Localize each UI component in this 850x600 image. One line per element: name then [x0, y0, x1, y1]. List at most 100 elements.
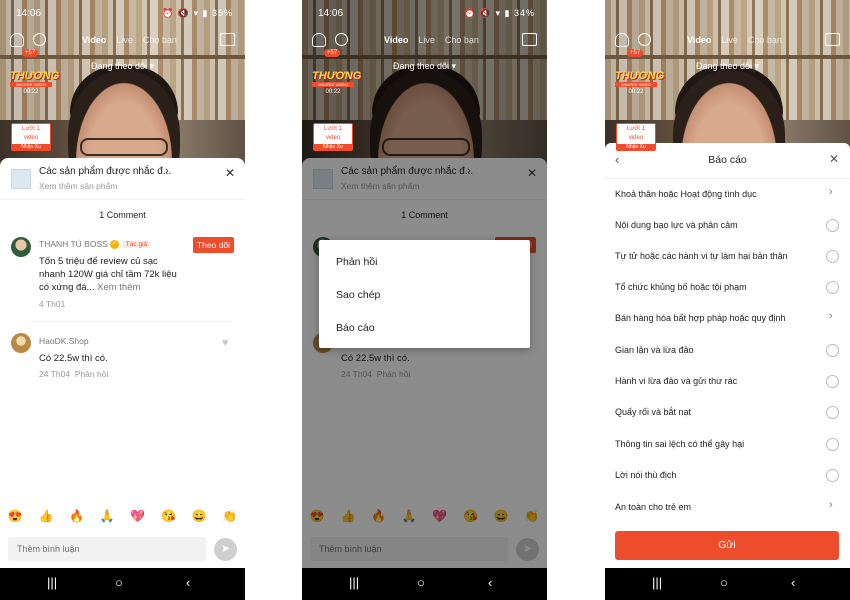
coin-badge: +57: [22, 49, 39, 57]
back-icon[interactable]: ‹: [488, 575, 492, 590]
comment-text: Tốn 5 triệu để review củ sạc nhanh 120W …: [39, 255, 177, 294]
emoji-button[interactable]: 👍: [38, 509, 53, 529]
close-icon[interactable]: ✕: [225, 166, 235, 180]
radio-button[interactable]: [826, 469, 839, 482]
tab-for-you[interactable]: Cho bạn: [445, 35, 479, 45]
radio-button[interactable]: [826, 281, 839, 294]
report-reason-fraud[interactable]: Gian lận và lừa đảo: [605, 335, 850, 366]
report-reason-hate-speech[interactable]: Lời nói thù địch: [605, 460, 850, 491]
promo-line1: Lướt 1: [627, 126, 645, 132]
home-icon[interactable]: ○: [115, 575, 123, 590]
radio-button[interactable]: [826, 375, 839, 388]
avatar[interactable]: [11, 237, 31, 257]
divider: [32, 321, 232, 322]
coin-promo[interactable]: Lướt 1 video Nhận Xu: [11, 123, 51, 151]
feed-tabs: Video Live Cho bạn: [687, 35, 782, 45]
comment-username[interactable]: THANH TÚ BOSS ✓ Tác giả: [39, 239, 151, 250]
profile-icon[interactable]: [10, 33, 24, 47]
tab-video[interactable]: Video: [687, 35, 711, 45]
emoji-button[interactable]: 🙏: [100, 509, 115, 529]
logo-subtext: SHOPEE VIDEO: [10, 82, 52, 87]
comment-line-text: có xứng đá...: [39, 282, 95, 293]
recent-apps-icon[interactable]: |||: [652, 575, 662, 590]
channel-logo: THƯƠNG SHOPEE VIDEO 00:22: [615, 70, 664, 100]
see-more-link[interactable]: Xem thêm: [97, 282, 140, 293]
follow-button[interactable]: Theo dõi: [193, 237, 234, 253]
emoji-button[interactable]: 👏: [222, 509, 237, 529]
radio-button[interactable]: [826, 406, 839, 419]
menu-item-copy[interactable]: Sao chép: [336, 289, 380, 301]
emoji-button[interactable]: 😍: [8, 509, 23, 529]
comment-username[interactable]: HaoDK.Shop: [39, 336, 89, 346]
home-icon[interactable]: ○: [720, 575, 728, 590]
reason-label: Thông tin sai lệch có thể gây hại: [615, 439, 745, 449]
search-icon[interactable]: [638, 33, 651, 46]
report-reason-illegal-goods[interactable]: Bán hàng hóa bất hợp pháp hoặc quy định …: [605, 303, 850, 334]
tab-live[interactable]: Live: [721, 35, 738, 45]
report-reason-self-harm[interactable]: Tự tử hoặc các hành vi tự làm hại bản th…: [605, 241, 850, 272]
reason-label: Bán hàng hóa bất hợp pháp hoặc quy định: [615, 313, 786, 323]
reply-link[interactable]: Phản hồi: [75, 369, 109, 379]
home-icon[interactable]: ○: [417, 575, 425, 590]
emoji-button[interactable]: 😘: [161, 509, 176, 529]
close-icon[interactable]: ✕: [829, 152, 839, 166]
back-icon[interactable]: ‹: [791, 575, 795, 590]
profile-icon[interactable]: [312, 33, 326, 47]
coin-promo[interactable]: Lướt 1 video Nhận Xu: [616, 123, 656, 151]
promo-line1: Lướt 1: [22, 126, 40, 132]
back-icon[interactable]: ‹: [186, 575, 190, 590]
search-icon[interactable]: [335, 33, 348, 46]
send-icon[interactable]: ➤: [214, 538, 237, 561]
promo-line2: video: [325, 135, 341, 141]
verified-icon: ✓: [109, 240, 119, 250]
menu-item-report[interactable]: Báo cáo: [336, 322, 375, 334]
report-reason-sexual[interactable]: Khoả thân hoặc Hoạt động tình dục ›: [605, 179, 850, 210]
report-reason-child-safety[interactable]: An toàn cho trẻ em ›: [605, 492, 850, 523]
tab-live[interactable]: Live: [418, 35, 435, 45]
report-reason-violence[interactable]: Nội dung bạo lực và phản cảm: [605, 210, 850, 241]
radio-button[interactable]: [826, 219, 839, 232]
camera-icon[interactable]: [522, 33, 537, 46]
radio-button[interactable]: [826, 438, 839, 451]
status-icons: ⏰ 🔇 ▾ ▮ 35%: [162, 7, 233, 18]
tab-for-you[interactable]: Cho bạn: [748, 35, 782, 45]
radio-button[interactable]: [826, 250, 839, 263]
recent-apps-icon[interactable]: |||: [349, 575, 359, 590]
heart-icon[interactable]: ♥: [222, 337, 229, 349]
emoji-button[interactable]: 🔥: [69, 509, 84, 529]
tab-video[interactable]: Video: [384, 35, 408, 45]
reason-label: Tự tử hoặc các hành vi tự làm hại bản th…: [615, 251, 788, 261]
menu-item-reply[interactable]: Phản hồi: [336, 256, 377, 268]
tab-live[interactable]: Live: [116, 35, 133, 45]
search-icon[interactable]: [33, 33, 46, 46]
emoji-button[interactable]: 💖: [130, 509, 145, 529]
status-time: 14:06: [16, 7, 42, 19]
camera-icon[interactable]: [825, 33, 840, 46]
comment-input[interactable]: [8, 537, 206, 561]
comment-line: có xứng đá... Xem thêm: [39, 281, 177, 294]
screen-comments: 14:06 ⏰ 🔇 ▾ ▮ 35% Video Live Cho bạn +57…: [0, 0, 245, 600]
channel-logo: THƯƠNG SHOPEE VIDEO 00:22: [10, 70, 60, 100]
report-reason-terrorism[interactable]: Tổ chức khủng bố hoặc tội phạm: [605, 272, 850, 303]
camera-icon[interactable]: [220, 33, 235, 46]
avatar[interactable]: [11, 333, 31, 353]
logo-text: THƯƠNG: [10, 70, 60, 82]
report-reason-spam[interactable]: Hành vi lừa đảo và gửi thư rác: [605, 366, 850, 397]
recent-apps-icon[interactable]: |||: [47, 575, 57, 590]
comment-date: 24 Th04: [39, 369, 71, 379]
report-reason-harassment[interactable]: Quấy rối và bắt nạt: [605, 397, 850, 428]
reason-label: Tổ chức khủng bố hoặc tội phạm: [615, 282, 747, 292]
product-bar[interactable]: Các sản phẩm được nhắc đ... › Xem thêm s…: [0, 158, 245, 200]
radio-button[interactable]: [826, 344, 839, 357]
reason-label: Quấy rối và bắt nạt: [615, 407, 692, 417]
report-reason-misinformation[interactable]: Thông tin sai lệch có thể gây hại: [605, 429, 850, 460]
submit-report-button[interactable]: Gửi: [615, 531, 839, 560]
emoji-button[interactable]: 😄: [192, 509, 207, 529]
see-more-products[interactable]: Xem thêm sản phẩm: [39, 181, 117, 191]
battery-level: 35%: [211, 7, 233, 18]
profile-icon[interactable]: [615, 33, 629, 47]
tab-for-you[interactable]: Cho bạn: [143, 35, 177, 45]
tab-video[interactable]: Video: [82, 35, 106, 45]
coin-promo[interactable]: Lướt 1 video Nhận Xu: [313, 123, 353, 151]
android-nav-bar: ||| ○ ‹: [605, 568, 850, 600]
